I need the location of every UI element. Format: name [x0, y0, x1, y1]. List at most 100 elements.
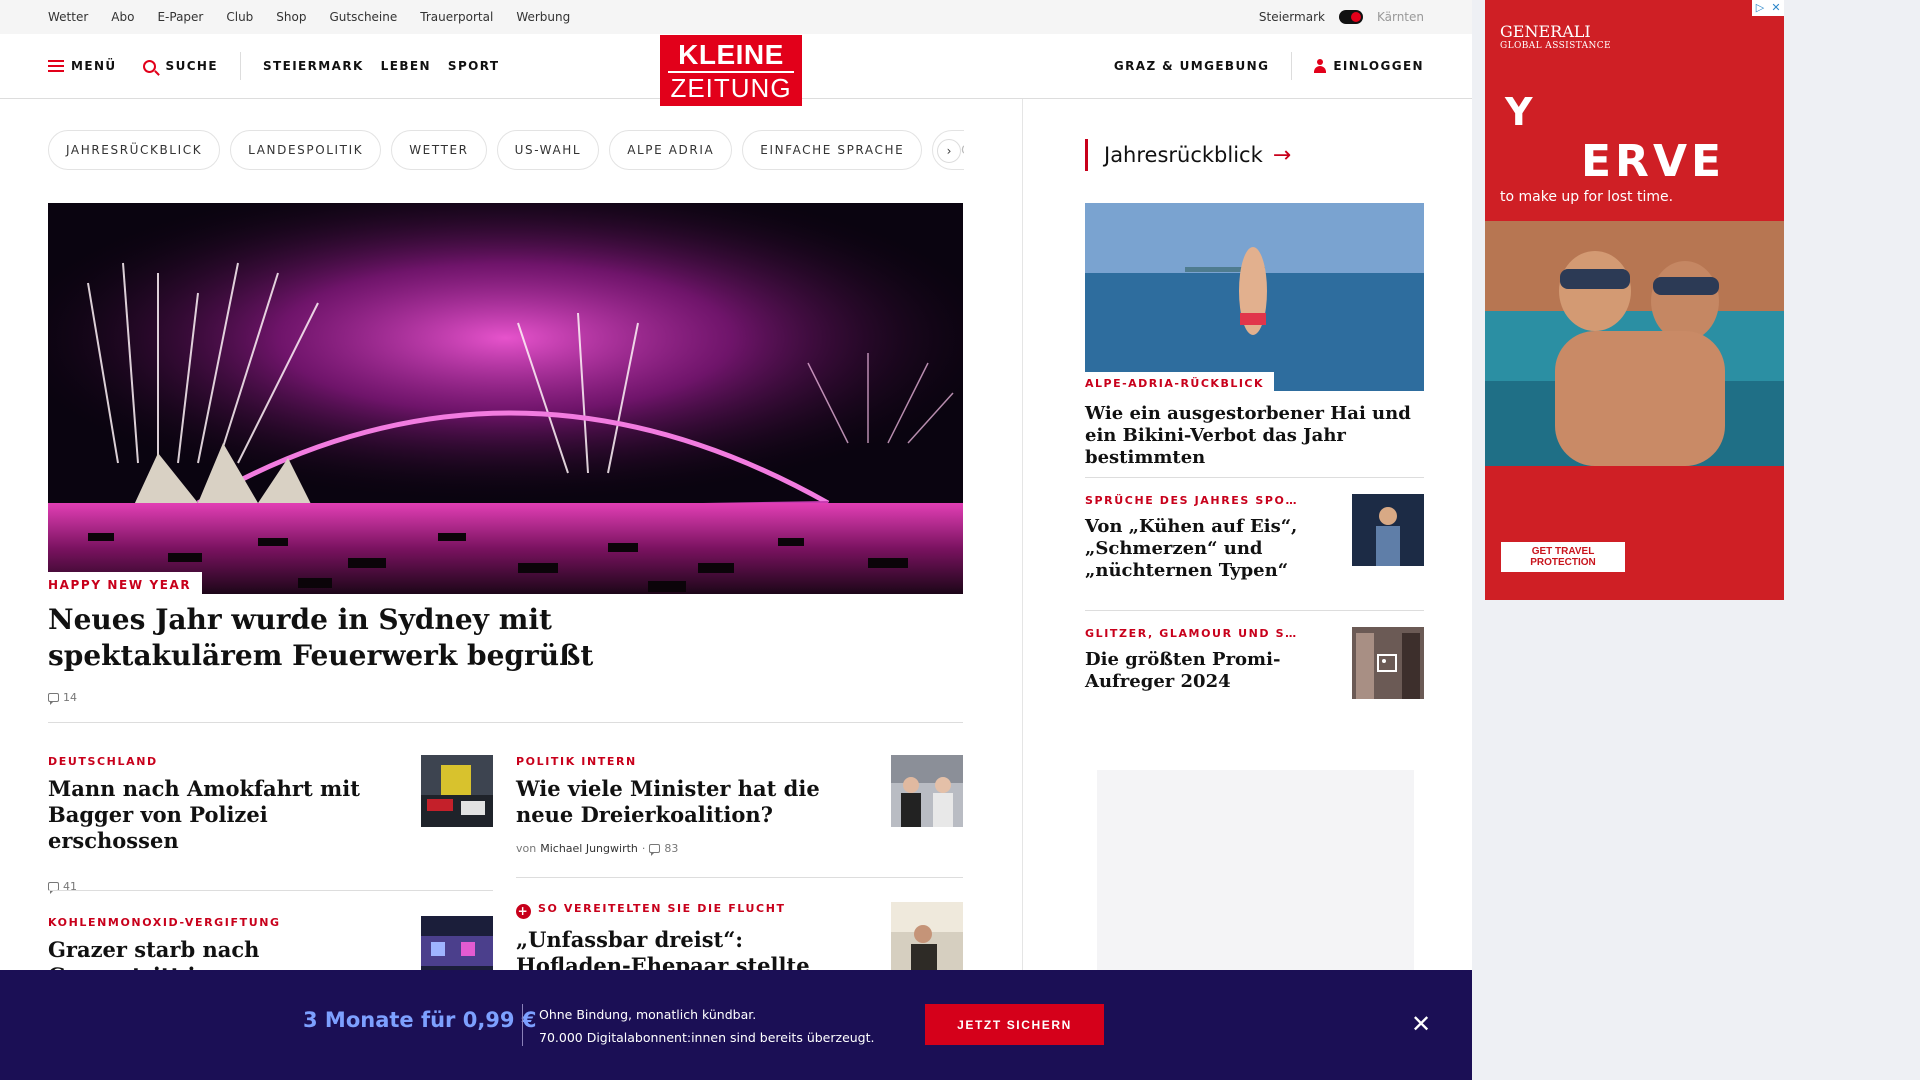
adchoices-icon[interactable]: ▷: [1752, 0, 1768, 16]
region-kaernten[interactable]: Kärnten: [1377, 10, 1424, 24]
close-icon[interactable]: ✕: [1410, 1012, 1432, 1036]
article-kicker: KOHLENMONOXID-VERGIFTUNG: [48, 916, 281, 929]
utility-links: Wetter Abo E-Paper Club Shop Gutscheine …: [48, 10, 570, 24]
article-kicker: + SO VEREITELTEN SIE DIE FLUCHT: [516, 902, 861, 919]
region-steiermark[interactable]: Steiermark: [1259, 10, 1325, 24]
ad-cta-label: GET TRAVEL PROTECTION: [1530, 546, 1596, 568]
site-main: Wetter Abo E-Paper Club Shop Gutscheine …: [0, 0, 1472, 1080]
tag-wetter[interactable]: Wetter: [391, 130, 487, 170]
link-shop[interactable]: Shop: [276, 10, 306, 24]
article-title[interactable]: Wie viele Minister hat die neue Dreierko…: [516, 776, 856, 828]
menu-button[interactable]: Menü: [48, 59, 117, 73]
divider: [516, 877, 963, 878]
hero-kicker[interactable]: HAPPY NEW YEAR: [48, 572, 203, 596]
article-thumbnail[interactable]: [421, 755, 493, 827]
hero-comment-count: 14: [63, 691, 77, 704]
plus-icon: +: [516, 904, 531, 919]
subscribe-button[interactable]: JETZT SICHERN: [925, 1004, 1104, 1045]
author-prefix: von: [516, 842, 537, 855]
article-thumbnail[interactable]: [891, 755, 963, 827]
ad-letter: Y: [1505, 90, 1533, 134]
search-label: Suche: [165, 59, 218, 73]
hero-comments[interactable]: 14: [48, 691, 77, 705]
article-kicker: POLITIK INTERN: [516, 755, 637, 768]
hero-headline[interactable]: Neues Jahr wurde in Sydney mit spektakul…: [48, 602, 768, 674]
comment-icon: [649, 844, 661, 856]
link-wetter[interactable]: Wetter: [48, 10, 88, 24]
divider: [1085, 477, 1424, 478]
article-card[interactable]: POLITIK INTERN Wie viele Minister hat di…: [516, 755, 856, 856]
link-abo[interactable]: Abo: [111, 10, 134, 24]
promo-text: Ohne Bindung, monatlich kündbar. 70.000 …: [539, 1003, 875, 1049]
comment-icon: [48, 693, 59, 705]
tag-us-wahl[interactable]: US-Wahl: [496, 130, 600, 170]
ad-photo: [1485, 221, 1784, 466]
author-name[interactable]: Michael Jungwirth: [540, 842, 638, 855]
ad-close-icon[interactable]: ✕: [1768, 0, 1784, 16]
comment-count[interactable]: 83: [664, 842, 678, 855]
sidebar-heading-link[interactable]: Jahresrückblick →: [1085, 139, 1291, 171]
sidebar-heading: Jahresrückblick: [1104, 143, 1263, 167]
sidebar-thumbnail[interactable]: [1352, 494, 1424, 566]
utility-bar: Wetter Abo E-Paper Club Shop Gutscheine …: [0, 0, 1472, 34]
comment-count: 41: [63, 880, 77, 893]
ad-cta-button[interactable]: GET TRAVEL PROTECTION: [1501, 542, 1625, 572]
divider: [1291, 52, 1293, 80]
article-comments[interactable]: 41: [48, 880, 388, 894]
article-kicker: DEUTSCHLAND: [48, 755, 158, 768]
meta-dot: ·: [641, 842, 646, 855]
ad-cta-line2: PROTECTION: [1530, 557, 1596, 568]
ad-brand-sub: GLOBAL ASSISTANCE: [1500, 41, 1612, 51]
sidebar-lead-title[interactable]: Wie ein ausgestorbener Hai und ein Bikin…: [1085, 403, 1424, 469]
nav-sport[interactable]: Sport: [448, 59, 500, 73]
sidebar-title[interactable]: Die größten Promi-Aufreger 2024: [1085, 649, 1315, 693]
menu-label: Menü: [71, 59, 117, 73]
article-card[interactable]: DEUTSCHLAND Mann nach Amokfahrt mit Bagg…: [48, 755, 388, 894]
sidebar-lead-image[interactable]: [1085, 203, 1424, 391]
article-kicker-text: SO VEREITELTEN SIE DIE FLUCHT: [538, 902, 786, 915]
link-gutscheine[interactable]: Gutscheine: [329, 10, 397, 24]
hero-image[interactable]: [48, 203, 963, 594]
link-werbung[interactable]: Werbung: [516, 10, 570, 24]
divider: [48, 722, 963, 723]
ad-brand: GENERALI GLOBAL ASSISTANCE: [1500, 24, 1611, 54]
tag-jahresrueckblick[interactable]: Jahresrückblick: [48, 130, 221, 170]
tag-landespolitik[interactable]: Landespolitik: [230, 130, 382, 170]
sidebar-lead-kicker: ALPE-ADRIA-RÜCKBLICK: [1085, 372, 1275, 394]
ad-choices[interactable]: ▷ ✕: [1752, 0, 1784, 16]
tags-scroll-right-button[interactable]: ›: [937, 139, 961, 163]
article-title[interactable]: Mann nach Amokfahrt mit Bagger von Poliz…: [48, 776, 388, 854]
advertisement-banner[interactable]: ▷ ✕ GENERALI GLOBAL ASSISTANCE Y ERVE to…: [1485, 0, 1784, 600]
ad-headline: ERVE: [1581, 136, 1726, 187]
link-epaper[interactable]: E-Paper: [157, 10, 203, 24]
search-icon: [142, 59, 156, 73]
divider: [48, 890, 493, 891]
link-trauerportal[interactable]: Trauerportal: [420, 10, 493, 24]
promo-price: 3 Monate für 0,99 €: [303, 1008, 537, 1032]
nav-steiermark[interactable]: Steiermark: [263, 59, 364, 73]
nav-graz-umgebung[interactable]: Graz & Umgebung: [1114, 59, 1269, 73]
site-logo[interactable]: KLEINE ZEITUNG: [660, 35, 802, 106]
ad-tagline: to make up for lost time.: [1500, 189, 1674, 205]
login-button[interactable]: Einloggen: [1314, 59, 1424, 73]
column-divider: [1022, 99, 1023, 1080]
ad-cta-line1: GET TRAVEL: [1531, 546, 1595, 557]
tag-alpe-adria[interactable]: Alpe Adria: [609, 130, 733, 170]
hamburger-icon: [48, 60, 64, 72]
promo-line2: 70.000 Digitalabonnent:innen sind bereit…: [539, 1030, 875, 1045]
search-button[interactable]: Suche: [142, 59, 218, 73]
promo-line1: Ohne Bindung, monatlich kündbar.: [539, 1007, 757, 1022]
sidebar-thumbnail[interactable]: [1352, 627, 1424, 699]
chevron-right-icon: ›: [946, 144, 952, 158]
sidebar-title[interactable]: Von „Kühen auf Eis“, „Schmerzen“ und „nü…: [1085, 516, 1315, 582]
divider: [1085, 610, 1424, 611]
article-thumbnail[interactable]: [891, 902, 963, 974]
nav-leben[interactable]: Leben: [381, 59, 431, 73]
user-icon: [1314, 59, 1327, 73]
region-toggle[interactable]: [1338, 10, 1363, 24]
divider: [239, 52, 241, 80]
sidebar-kicker: SPRÜCHE DES JAHRES SPOR…: [1085, 494, 1301, 507]
topic-tags: Jahresrückblick Landespolitik Wetter US-…: [48, 130, 964, 170]
tag-einfache-sprache[interactable]: Einfache Sprache: [742, 130, 923, 170]
link-club[interactable]: Club: [226, 10, 253, 24]
